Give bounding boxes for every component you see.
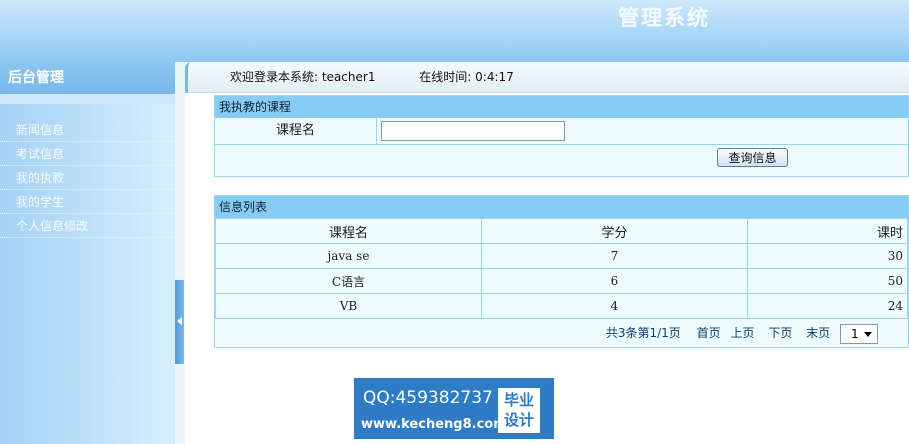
welcome-text: 欢迎登录本系统: teacher1 [230,70,376,84]
system-title: 管理系统 [618,5,710,30]
watermark-seal-line2: 设计 [503,411,534,429]
watermark-seal-line1: 毕业 [503,391,534,409]
table-row: java se 7 30 [215,243,908,269]
search-button-row: 查询信息 [215,145,908,175]
list-panel-title: 信息列表 [215,196,908,218]
cell-credit: 7 [481,243,748,269]
course-table: 课程名 学分 课时 java se 7 30 C语言 6 50 VB 4 24 [215,218,908,319]
prev-page-link[interactable]: 上页 [730,326,754,340]
pagination: 共3条第1/1页 首页 上页 下页 末页 1 [215,319,908,347]
sidebar-item-my-teaching[interactable]: 我的执教 [0,166,175,190]
first-page-link[interactable]: 首页 [697,326,721,340]
cell-credit: 6 [481,268,748,294]
cell-credit: 4 [481,293,748,319]
cell-course: java se [215,243,482,269]
column-header-credit: 学分 [481,218,748,244]
page-select[interactable]: 1 [840,323,878,344]
collapse-sidebar-handle[interactable] [175,280,184,364]
cell-hours: 50 [747,268,908,294]
page-info: 第1/1页 [637,326,681,340]
chevron-down-icon [864,331,872,337]
cell-hours: 30 [747,243,908,269]
sidebar-menu: 新闻信息 考试信息 我的执教 我的学生 个人信息修改 [0,118,175,238]
next-page-link[interactable]: 下页 [768,326,792,340]
last-page-link[interactable]: 末页 [806,326,830,340]
sidebar-title: 后台管理 [0,62,175,94]
page-select-value: 1 [851,326,859,341]
column-header-hours: 课时 [747,218,908,244]
table-row: VB 4 24 [215,293,908,319]
sidebar-item-my-students[interactable]: 我的学生 [0,190,175,214]
top-banner: 管理系统 [0,0,909,62]
watermark-qq: QQ:459382737 [363,388,493,408]
watermark-logo: QQ:459382737 www.kecheng8.com 毕业 设计 [354,378,554,439]
list-panel: 信息列表 课程名 学分 课时 java se 7 30 C语言 6 50 VB … [214,195,909,348]
search-panel: 我执教的课程 课程名 查询信息 [214,95,909,177]
sidebar: 后台管理 新闻信息 考试信息 我的执教 我的学生 个人信息修改 [0,62,175,444]
course-name-label: 课程名 [215,118,377,144]
cell-course: C语言 [215,268,482,294]
query-button[interactable]: 查询信息 [717,148,788,167]
sidebar-splitter [175,62,185,444]
sidebar-item-exams[interactable]: 考试信息 [0,142,175,166]
cell-hours: 24 [747,293,908,319]
course-name-row: 课程名 [215,118,908,145]
table-row: C语言 6 50 [215,268,908,294]
online-time-text: 在线时间: 0:4:17 [419,70,514,84]
chevron-left-icon [177,317,182,325]
column-header-course: 课程名 [215,218,482,244]
info-bar: 欢迎登录本系统: teacher1 在线时间: 0:4:17 [185,62,909,93]
sidebar-item-news[interactable]: 新闻信息 [0,118,175,142]
course-name-input[interactable] [381,121,565,141]
table-header-row: 课程名 学分 课时 [215,218,908,244]
sidebar-divider [0,94,175,104]
watermark-site: www.kecheng8.com [361,417,507,432]
total-count: 共3条 [605,326,638,340]
cell-course: VB [215,293,482,319]
search-panel-title: 我执教的课程 [215,96,908,118]
watermark-seal: 毕业 设计 [498,388,540,433]
sidebar-item-profile-edit[interactable]: 个人信息修改 [0,214,175,238]
